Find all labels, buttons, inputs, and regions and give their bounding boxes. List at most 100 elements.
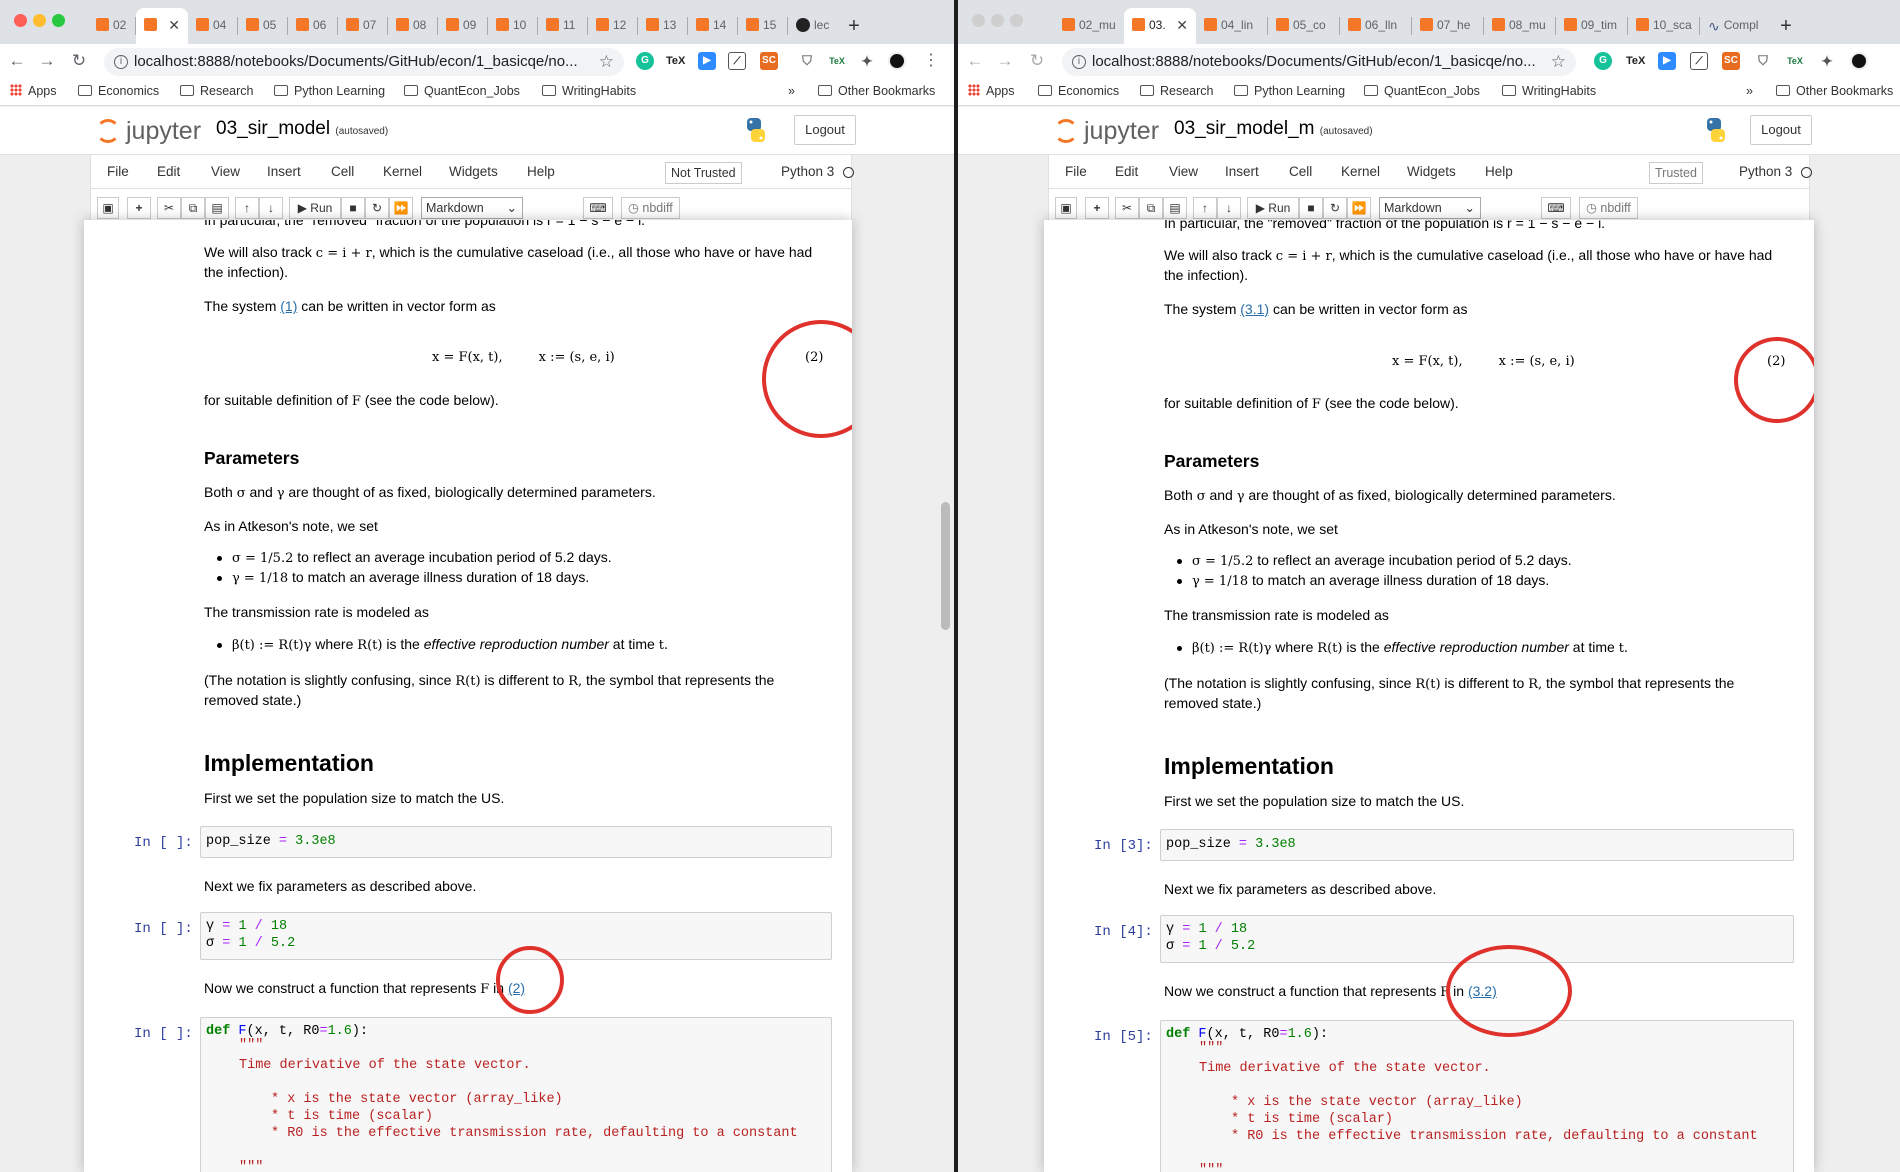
equation-ref-link[interactable]: (3.1) xyxy=(1240,301,1269,317)
shield-extension-icon[interactable]: ⛉ xyxy=(1754,52,1772,70)
zoom-window-button[interactable] xyxy=(52,14,65,27)
add-cell-icon[interactable]: + xyxy=(127,197,151,219)
trust-indicator[interactable]: Not Trusted xyxy=(665,162,742,184)
address-bar[interactable]: i localhost:8888/notebooks/Documents/GitH… xyxy=(104,48,624,76)
logout-button[interactable]: Logout xyxy=(1750,115,1812,145)
cut-icon[interactable]: ✂ xyxy=(1115,197,1139,219)
browser-tab[interactable]: 11 xyxy=(538,8,588,44)
browser-tab[interactable]: 10_sca xyxy=(1628,8,1700,44)
bookmark-apps[interactable]: Apps xyxy=(10,84,57,98)
bookmarks-overflow-icon[interactable]: » xyxy=(788,84,795,98)
back-arrow-icon[interactable]: ← xyxy=(964,50,986,72)
stop-icon[interactable]: ■ xyxy=(341,197,365,219)
menu-view[interactable]: View xyxy=(1169,164,1198,179)
browser-tab[interactable]: 05 xyxy=(238,8,288,44)
bookmark-research[interactable]: Research xyxy=(180,84,254,98)
tex-green-extension-icon[interactable]: TeX xyxy=(1786,52,1804,70)
bookmark-quantecon-jobs[interactable]: QuantEcon_Jobs xyxy=(404,84,520,98)
browser-tab[interactable]: 14 xyxy=(688,8,738,44)
bookmark-economics[interactable]: Economics xyxy=(1038,84,1119,98)
bookmark-other[interactable]: Other Bookmarks xyxy=(1776,84,1893,98)
reload-icon[interactable]: ↻ xyxy=(1026,50,1048,72)
nbdiff-button[interactable]: ◷ nbdiff xyxy=(621,197,680,219)
menu-cell[interactable]: Cell xyxy=(331,164,354,179)
menu-cell[interactable]: Cell xyxy=(1289,164,1312,179)
run-button[interactable]: ▶ Run xyxy=(1247,197,1299,219)
run-button[interactable]: ▶ Run xyxy=(289,197,341,219)
menu-view[interactable]: View xyxy=(211,164,240,179)
bookmarks-overflow-icon[interactable]: » xyxy=(1746,84,1753,98)
stop-icon[interactable]: ■ xyxy=(1299,197,1323,219)
code-cell-popsize[interactable]: pop_size = 3.3e8 xyxy=(200,826,832,858)
jupyter-logo[interactable]: jupyter xyxy=(1054,117,1159,146)
browser-tab[interactable]: 07 xyxy=(338,8,388,44)
code-cell-popsize[interactable]: pop_size = 3.3e8 xyxy=(1160,829,1794,861)
grammarly-extension-icon[interactable]: G xyxy=(636,52,654,70)
menu-widgets[interactable]: Widgets xyxy=(449,164,498,179)
browser-tab[interactable]: 04 xyxy=(188,8,238,44)
reload-icon[interactable]: ↻ xyxy=(68,50,90,72)
keyboard-icon[interactable]: ⌨ xyxy=(1541,197,1571,219)
browser-tab[interactable]: lec xyxy=(788,8,840,44)
browser-tab-active[interactable]: ✕ xyxy=(136,8,188,44)
bookmark-star-icon[interactable]: ☆ xyxy=(599,48,614,76)
zoom-extension-icon[interactable]: ▶ xyxy=(698,52,716,70)
bookmark-apps[interactable]: Apps xyxy=(968,84,1015,98)
bookmark-writinghabits[interactable]: WritingHabits xyxy=(1502,84,1596,98)
browser-tab[interactable]: 10 xyxy=(488,8,538,44)
bookmark-quantecon-jobs[interactable]: QuantEcon_Jobs xyxy=(1364,84,1480,98)
cut-icon[interactable]: ✂ xyxy=(157,197,181,219)
copy-icon[interactable]: ⧉ xyxy=(1139,197,1163,219)
minimize-window-button[interactable] xyxy=(991,14,1004,27)
equation-ref-link[interactable]: (1) xyxy=(280,298,297,314)
close-window-button[interactable] xyxy=(972,14,985,27)
move-up-icon[interactable]: ↑ xyxy=(235,197,259,219)
code-cell-function[interactable]: def F(x, t, R0=1.6): """ Time derivative… xyxy=(200,1017,832,1172)
puzzle-extensions-icon[interactable]: ✦ xyxy=(858,52,876,70)
menu-kernel[interactable]: Kernel xyxy=(383,164,422,179)
grammarly-extension-icon[interactable]: G xyxy=(1594,52,1612,70)
fast-forward-icon[interactable]: ⏩ xyxy=(1347,197,1371,219)
zoom-window-button[interactable] xyxy=(1010,14,1023,27)
bookmark-economics[interactable]: Economics xyxy=(78,84,159,98)
menu-edit[interactable]: Edit xyxy=(1115,164,1138,179)
move-down-icon[interactable]: ↓ xyxy=(1217,197,1241,219)
extension-icon[interactable]: ⟋ xyxy=(1690,52,1708,70)
browser-tab[interactable]: 13 xyxy=(638,8,688,44)
menu-edit[interactable]: Edit xyxy=(157,164,180,179)
browser-tab[interactable]: 06_lln xyxy=(1340,8,1412,44)
tex-extension-icon[interactable]: TeX xyxy=(1626,52,1645,70)
forward-arrow-icon[interactable]: → xyxy=(36,50,58,72)
zoom-extension-icon[interactable]: ▶ xyxy=(1658,52,1676,70)
close-tab-icon[interactable]: ✕ xyxy=(168,17,180,34)
menu-help[interactable]: Help xyxy=(1485,164,1513,179)
browser-tab[interactable]: 12 xyxy=(588,8,638,44)
browser-tab[interactable]: 15 xyxy=(738,8,788,44)
browser-tab[interactable]: 02_mu xyxy=(1054,8,1124,44)
scrollbar-thumb[interactable] xyxy=(941,502,950,630)
extension-icon[interactable]: ⟋ xyxy=(728,52,746,70)
browser-tab[interactable]: 05_co xyxy=(1268,8,1340,44)
tex-extension-icon[interactable]: TeX xyxy=(666,52,685,70)
minimize-window-button[interactable] xyxy=(33,14,46,27)
bookmark-python-learning[interactable]: Python Learning xyxy=(1234,84,1345,98)
new-tab-button[interactable]: + xyxy=(840,8,868,44)
sc-extension-icon[interactable]: SC xyxy=(1722,52,1740,70)
shield-extension-icon[interactable]: ⛉ xyxy=(798,52,816,70)
browser-tab[interactable]: 06 xyxy=(288,8,338,44)
logout-button[interactable]: Logout xyxy=(794,115,856,145)
forward-arrow-icon[interactable]: → xyxy=(994,50,1016,72)
save-icon[interactable]: ▣ xyxy=(97,197,119,219)
browser-tab[interactable]: 08 xyxy=(388,8,438,44)
menu-help[interactable]: Help xyxy=(527,164,555,179)
fast-forward-icon[interactable]: ⏩ xyxy=(389,197,413,219)
nbdiff-button[interactable]: ◷ nbdiff xyxy=(1579,197,1638,219)
sc-extension-icon[interactable]: SC xyxy=(760,52,778,70)
browser-tab[interactable]: 07_he xyxy=(1412,8,1484,44)
cell-type-select[interactable]: Markdown ⌄ xyxy=(1379,197,1481,219)
browser-tab[interactable]: 09 xyxy=(438,8,488,44)
notebook-name[interactable]: 03_sir_model (autosaved) xyxy=(216,118,388,140)
bookmark-writinghabits[interactable]: WritingHabits xyxy=(542,84,636,98)
browser-tab[interactable]: 08_mu xyxy=(1484,8,1556,44)
close-tab-icon[interactable]: ✕ xyxy=(1176,17,1188,34)
